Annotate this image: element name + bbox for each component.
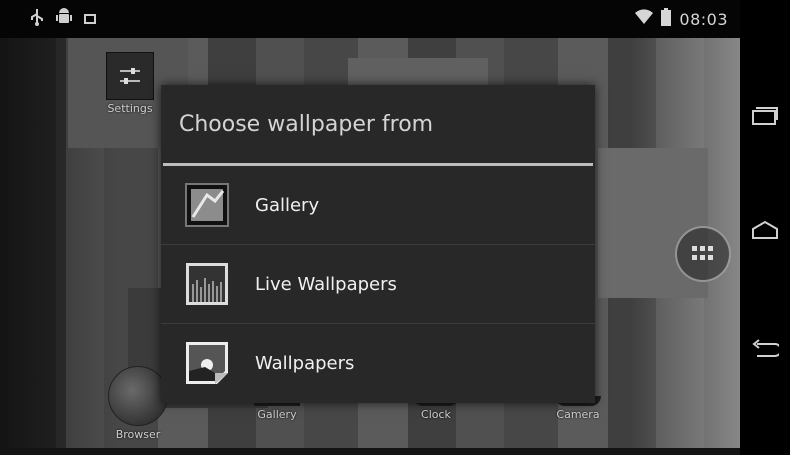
notification-icon (84, 10, 96, 29)
dock-app-label: Browser (115, 428, 161, 441)
dock-app-label: Camera (556, 408, 600, 421)
status-time: 08:03 (679, 9, 728, 29)
settings-widget[interactable]: Settings (106, 52, 154, 115)
home-button[interactable] (748, 213, 782, 247)
dialog-title: Choose wallpaper from (179, 111, 434, 137)
choose-wallpaper-dialog: Choose wallpaper from Gallery Live Wallp… (161, 85, 595, 403)
dock-app-label: Clock (421, 408, 451, 421)
recent-apps-button[interactable] (748, 98, 782, 132)
dialog-item-label: Live Wallpapers (255, 273, 397, 295)
battery-icon (661, 8, 672, 30)
status-bar: 08:03 (0, 0, 740, 38)
dialog-item-label: Gallery (255, 194, 320, 216)
dialog-item-gallery[interactable]: Gallery (161, 166, 595, 245)
wallpapers-icon (183, 339, 231, 387)
dialog-item-label: Wallpapers (255, 352, 355, 374)
live-wallpapers-icon (183, 260, 231, 308)
back-icon (752, 339, 779, 357)
dialog-item-wallpapers[interactable]: Wallpapers (161, 324, 595, 402)
app-grid-icon (692, 246, 713, 260)
wifi-icon (635, 9, 654, 29)
settings-widget-label: Settings (107, 102, 153, 115)
browser-icon (108, 366, 168, 426)
settings-icon (106, 52, 154, 100)
navigation-bar (740, 0, 790, 455)
home-icon (752, 220, 778, 239)
android-debug-icon (56, 8, 72, 30)
gallery-icon (183, 181, 231, 229)
dock-app-label: Gallery (257, 408, 297, 421)
widget-panel (8, 38, 66, 448)
android-screen: 08:03 Settings Browser Gallery Clock Cam… (0, 0, 790, 455)
dock-app-browser[interactable]: Browser (108, 366, 168, 441)
all-apps-button[interactable] (675, 226, 731, 282)
back-button[interactable] (748, 333, 782, 367)
dialog-item-live-wallpapers[interactable]: Live Wallpapers (161, 245, 595, 324)
usb-icon (30, 8, 44, 30)
recent-apps-icon (752, 107, 778, 125)
